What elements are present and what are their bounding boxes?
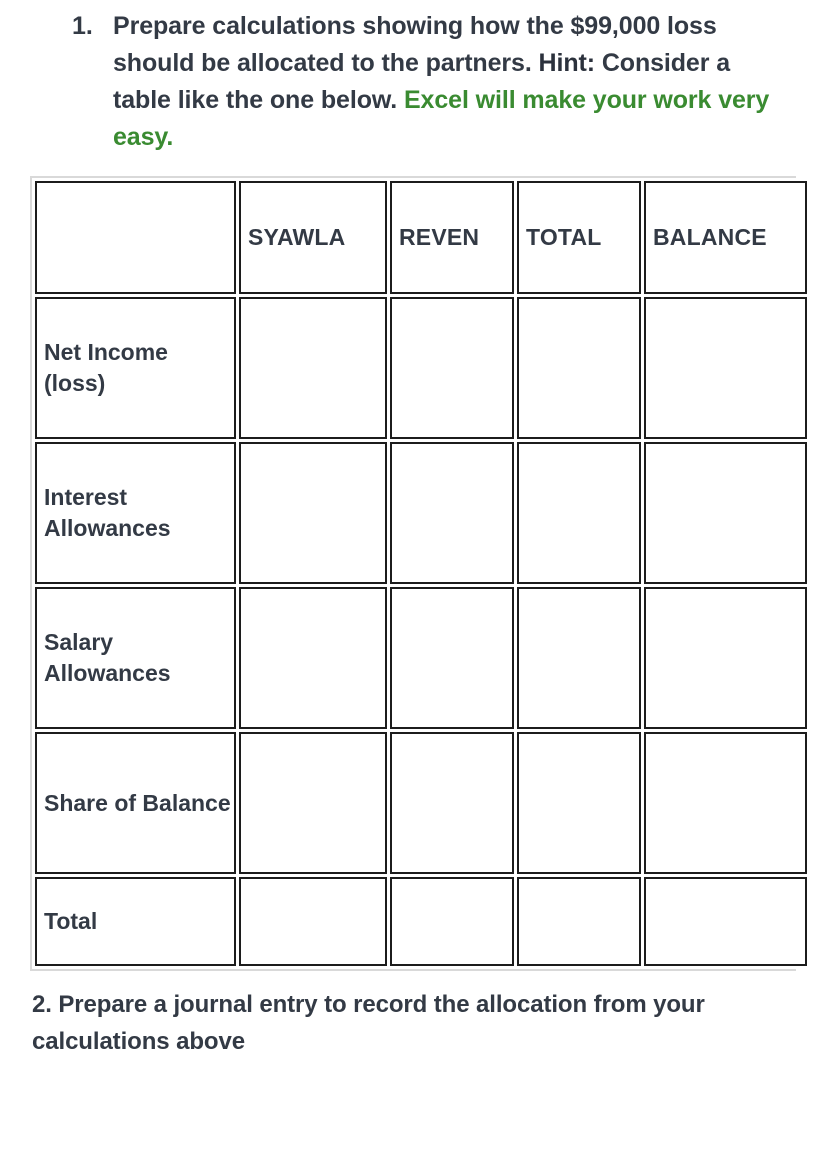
cell-interest-allowances-reven[interactable] bbox=[390, 442, 514, 584]
table-header-cell-balance: BALANCE bbox=[644, 181, 807, 294]
cell-total-syawla[interactable] bbox=[239, 877, 387, 966]
question-1-marker: 1. bbox=[72, 12, 93, 40]
cell-total-total[interactable] bbox=[517, 877, 641, 966]
table-row: Salary Allowances bbox=[35, 587, 807, 729]
row-label-share-of-balance: Share of Balance bbox=[35, 732, 236, 874]
row-label-net-income: Net Income (loss) bbox=[35, 297, 236, 439]
table-header-cell-reven: REVEN bbox=[390, 181, 514, 294]
cell-share-of-balance-total[interactable] bbox=[517, 732, 641, 874]
cell-interest-allowances-total[interactable] bbox=[517, 442, 641, 584]
cell-share-of-balance-syawla[interactable] bbox=[239, 732, 387, 874]
cell-total-balance[interactable] bbox=[644, 877, 807, 966]
allocation-table-container: SYAWLA REVEN TOTAL BALANCE Net Income (l… bbox=[30, 176, 810, 971]
question-1-block: 1. Prepare calculations showing how the … bbox=[0, 8, 828, 156]
row-label-salary-allowances: Salary Allowances bbox=[35, 587, 236, 729]
table-row: Net Income (loss) bbox=[35, 297, 807, 439]
cell-salary-allowances-syawla[interactable] bbox=[239, 587, 387, 729]
table-row: Share of Balance bbox=[35, 732, 807, 874]
allocation-table: SYAWLA REVEN TOTAL BALANCE Net Income (l… bbox=[32, 178, 810, 969]
table-header-cell-blank bbox=[35, 181, 236, 294]
cell-salary-allowances-reven[interactable] bbox=[390, 587, 514, 729]
cell-interest-allowances-balance[interactable] bbox=[644, 442, 807, 584]
question-1-hint-label: Hint: bbox=[538, 49, 596, 77]
row-label-interest-allowances: Interest Allowances bbox=[35, 442, 236, 584]
cell-net-income-total[interactable] bbox=[517, 297, 641, 439]
table-header-cell-total: TOTAL bbox=[517, 181, 641, 294]
question-2-text: 2. Prepare a journal entry to record the… bbox=[32, 991, 705, 1055]
cell-salary-allowances-balance[interactable] bbox=[644, 587, 807, 729]
cell-net-income-reven[interactable] bbox=[390, 297, 514, 439]
question-1-row: 1. Prepare calculations showing how the … bbox=[0, 8, 828, 156]
table-header-cell-syawla: SYAWLA bbox=[239, 181, 387, 294]
table-header-row: SYAWLA REVEN TOTAL BALANCE bbox=[35, 181, 807, 294]
cell-share-of-balance-balance[interactable] bbox=[644, 732, 807, 874]
question-1-text: Prepare calculations showing how the $99… bbox=[113, 8, 793, 156]
cell-share-of-balance-reven[interactable] bbox=[390, 732, 514, 874]
cell-total-reven[interactable] bbox=[390, 877, 514, 966]
cell-net-income-balance[interactable] bbox=[644, 297, 807, 439]
table-row: Interest Allowances bbox=[35, 442, 807, 584]
cell-net-income-syawla[interactable] bbox=[239, 297, 387, 439]
cell-salary-allowances-total[interactable] bbox=[517, 587, 641, 729]
table-row: Total bbox=[35, 877, 807, 966]
row-label-total: Total bbox=[35, 877, 236, 966]
cell-interest-allowances-syawla[interactable] bbox=[239, 442, 387, 584]
